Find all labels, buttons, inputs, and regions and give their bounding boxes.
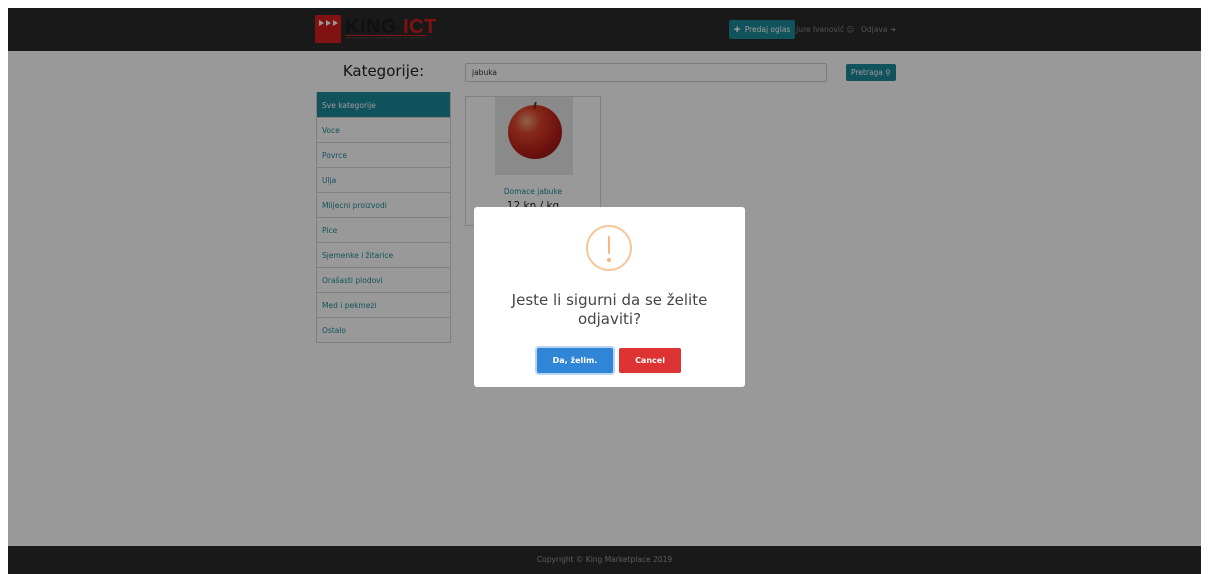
logout-confirm-dialog: Jeste li sigurni da se želite odjaviti? … [474,207,745,387]
warning-icon [586,225,632,271]
confirm-button[interactable]: Da, želim. [537,348,613,373]
warning-icon-dot [607,258,611,262]
warning-icon-bar [608,236,610,254]
cancel-button[interactable]: Cancel [619,348,681,373]
dialog-title: Jeste li sigurni da se želite odjaviti? [511,291,708,328]
app-root: KING ICT INFORMATION & COMMUNICATION TEC… [8,8,1201,574]
